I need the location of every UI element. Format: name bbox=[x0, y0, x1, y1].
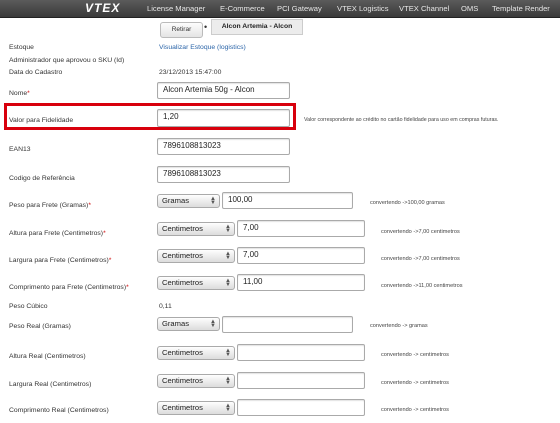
comprimento-real-input[interactable] bbox=[237, 399, 365, 416]
altura-frete-input[interactable]: 7,00 bbox=[237, 220, 365, 237]
comprimento-real-unit-select[interactable]: Centimetros ▲ ▼ bbox=[157, 401, 235, 415]
retirar-button[interactable]: Retirar bbox=[160, 22, 203, 38]
select-arrows-icon: ▲ ▼ bbox=[225, 376, 231, 386]
nav-e-commerce[interactable]: E-Commerce bbox=[220, 4, 265, 13]
peso-frete-label: Peso para Frete (Gramas)* bbox=[9, 202, 91, 209]
comprimento-frete-hint: convertendo ->11,00 centimetros bbox=[381, 283, 463, 289]
altura-frete-unit-select[interactable]: Centimetros ▲ ▼ bbox=[157, 222, 235, 236]
codigo-referencia-label: Codigo de Referência bbox=[9, 175, 75, 182]
vtex-logo[interactable]: VTEX bbox=[85, 1, 120, 15]
largura-real-unit-select[interactable]: Centimetros ▲ ▼ bbox=[157, 374, 235, 388]
largura-real-input[interactable] bbox=[237, 372, 365, 389]
largura-real-hint: convertendo -> centimetros bbox=[381, 380, 449, 386]
codigo-referencia-input[interactable]: 7896108813023 bbox=[157, 166, 290, 183]
largura-frete-hint: convertendo ->7,00 centimetros bbox=[381, 256, 460, 262]
select-arrows-icon: ▲ ▼ bbox=[225, 251, 231, 261]
altura-real-input[interactable] bbox=[237, 344, 365, 361]
nav-pci-gateway[interactable]: PCI Gateway bbox=[277, 4, 322, 13]
altura-frete-hint: convertendo ->7,00 centimetros bbox=[381, 229, 460, 235]
bullet-separator: • bbox=[204, 22, 208, 32]
select-arrows-icon: ▲ ▼ bbox=[225, 348, 231, 358]
comprimento-real-hint: convertendo -> centimetros bbox=[381, 407, 449, 413]
fidelidade-hint: Valor correspondente ao crédito no cartã… bbox=[304, 117, 499, 123]
largura-frete-label: Largura para Frete (Centimetros)* bbox=[9, 257, 112, 264]
nav-vtex-channel[interactable]: VTEX Channel bbox=[399, 4, 449, 13]
select-arrows-icon: ▲ ▼ bbox=[225, 278, 231, 288]
comprimento-real-label: Comprimento Real (Centimetros) bbox=[9, 407, 109, 414]
largura-real-label: Largura Real (Centimetros) bbox=[9, 381, 92, 388]
peso-cubico-value: 0,11 bbox=[159, 303, 172, 310]
peso-real-label: Peso Real (Gramas) bbox=[9, 323, 71, 330]
select-arrows-icon: ▲ ▼ bbox=[210, 319, 216, 329]
top-nav-bar: VTEX License Manager E-Commerce PCI Gate… bbox=[0, 0, 560, 18]
fidelidade-input[interactable]: 1,20 bbox=[157, 109, 290, 127]
ean13-input[interactable]: 7896108813023 bbox=[157, 138, 290, 155]
comprimento-frete-input[interactable]: 11,00 bbox=[237, 274, 365, 291]
select-arrows-icon: ▲ ▼ bbox=[210, 196, 216, 206]
nav-license-manager[interactable]: License Manager bbox=[147, 4, 205, 13]
peso-real-input[interactable] bbox=[222, 316, 353, 333]
peso-frete-hint: convertendo ->100,00 gramas bbox=[370, 200, 445, 206]
largura-frete-unit-select[interactable]: Centimetros ▲ ▼ bbox=[157, 249, 235, 263]
nome-label: Nome* bbox=[9, 90, 30, 97]
peso-frete-input[interactable]: 100,00 bbox=[222, 192, 353, 209]
comprimento-frete-label: Comprimento para Frete (Centimetros)* bbox=[9, 284, 129, 291]
nav-vtex-logistics[interactable]: VTEX Logistics bbox=[337, 4, 389, 13]
select-arrows-icon: ▲ ▼ bbox=[225, 403, 231, 413]
peso-cubico-label: Peso Cúbico bbox=[9, 303, 48, 310]
data-cadastro-label: Data do Cadastro bbox=[9, 69, 63, 76]
fidelidade-label: Valor para Fidelidade bbox=[9, 117, 74, 124]
peso-real-unit-select[interactable]: Gramas ▲ ▼ bbox=[157, 317, 220, 331]
estoque-label: Estoque bbox=[9, 44, 34, 51]
ean13-label: EAN13 bbox=[9, 146, 31, 153]
altura-real-unit-select[interactable]: Centimetros ▲ ▼ bbox=[157, 346, 235, 360]
admin-approver-label: Administrador que aprovou o SKU (Id) bbox=[9, 57, 125, 64]
visualizar-estoque-link[interactable]: Visualizar Estoque (logistics) bbox=[159, 44, 246, 51]
altura-real-hint: convertendo -> centimetros bbox=[381, 352, 449, 358]
altura-real-label: Altura Real (Centimetros) bbox=[9, 353, 86, 360]
nav-template-render[interactable]: Template Render bbox=[492, 4, 550, 13]
nome-input[interactable]: Alcon Artemia 50g - Alcon bbox=[157, 82, 290, 99]
peso-real-hint: convertendo -> gramas bbox=[370, 323, 428, 329]
select-arrows-icon: ▲ ▼ bbox=[225, 224, 231, 234]
product-tab[interactable]: Alcon Artemia - Alcon bbox=[211, 19, 303, 35]
largura-frete-input[interactable]: 7,00 bbox=[237, 247, 365, 264]
nav-oms[interactable]: OMS bbox=[461, 4, 478, 13]
comprimento-frete-unit-select[interactable]: Centimetros ▲ ▼ bbox=[157, 276, 235, 290]
peso-frete-unit-select[interactable]: Gramas ▲ ▼ bbox=[157, 194, 220, 208]
data-cadastro-value: 23/12/2013 15:47:00 bbox=[159, 69, 222, 76]
altura-frete-label: Altura para Frete (Centimetros)* bbox=[9, 230, 106, 237]
